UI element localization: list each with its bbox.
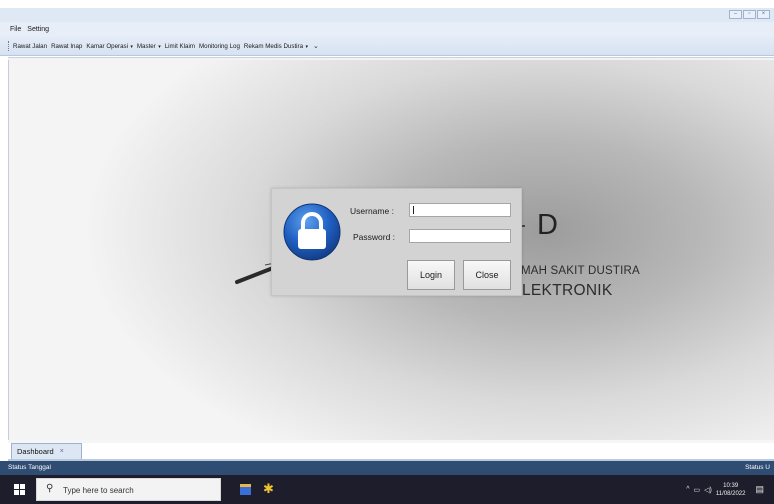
status-bar: Status Tanggal Status U [0,461,774,475]
notification-icon[interactable]: ▤ [755,484,764,495]
system-tray: ^ ▭ ◁) 10:39 11/08/2022 ▤ [686,475,764,504]
toolbar-overflow-icon[interactable]: ⌄ [313,42,319,50]
tab-dashboard[interactable]: Dashboard × [11,443,82,459]
maximize-icon[interactable]: ▫ [743,10,756,19]
toolbar-monitoring-log[interactable]: Monitoring Log [199,43,240,50]
clock[interactable]: 10:39 11/08/2022 [716,482,746,498]
top-strip [0,0,774,8]
title-bar [0,8,774,22]
clock-time: 10:39 [723,482,739,489]
menu-setting[interactable]: Setting [27,26,49,33]
chevron-down-icon: ▾ [304,43,308,50]
toolbar-rekam-medis-dustira[interactable]: Rekam Medis Dustira ▾ [244,43,308,50]
system-name-text: LEKTRONIK [522,282,613,299]
login-dialog: Username : Password : Login Close [271,188,522,296]
close-button[interactable]: Close [463,260,511,290]
username-label: Username : [350,206,394,216]
window-controls: – ▫ × [729,10,770,19]
app-icon[interactable]: ✱ [263,481,274,497]
login-button[interactable]: Login [407,260,455,290]
file-explorer-icon[interactable] [240,484,251,495]
taskbar: ⚲ Type here to search ✱ ^ ▭ ◁) 10:39 11/… [0,475,774,504]
toolbar-kamar-operasi[interactable]: Kamar Operasi ▾ [86,43,133,50]
toolbar-rawat-inap[interactable]: Rawat Inap [51,43,82,50]
status-user-label: Status U [745,464,770,471]
toolbar-limit-klaim[interactable]: Limit Klaim [165,43,195,50]
close-icon[interactable]: × [757,10,770,19]
tab-label: Dashboard [17,447,54,456]
text-cursor [413,206,414,214]
tab-bar: Dashboard × [0,443,774,460]
search-placeholder: Type here to search [63,486,134,495]
clock-date: 11/08/2022 [715,490,746,497]
padlock-icon [283,203,341,261]
toolbar-rawat-jalan[interactable]: Rawat Jalan [13,43,47,50]
hospital-name-text: MAH SAKIT DUSTIRA [521,265,640,277]
menu-bar: File Setting [0,22,774,37]
chevron-down-icon: ▾ [128,43,133,50]
close-icon[interactable]: × [60,448,64,455]
toolbar-grip[interactable] [8,41,10,51]
status-date-label: Status Tanggal [8,464,51,471]
menu-file[interactable]: File [10,26,21,33]
windows-start-icon[interactable] [14,484,25,495]
toolbar: Rawat Jalan Rawat Inap Kamar Operasi ▾ M… [0,37,774,56]
password-input[interactable] [409,229,511,243]
minimize-icon[interactable]: – [729,10,742,19]
tray-arrow-icon[interactable]: ^ [686,486,689,493]
taskbar-search[interactable]: ⚲ Type here to search [36,478,221,501]
logo-letter: D [537,209,558,241]
username-input[interactable] [409,203,511,217]
password-label: Password : [353,232,396,242]
volume-icon[interactable]: ◁) [704,486,712,494]
chevron-down-icon: ▾ [156,43,161,50]
toolbar-master[interactable]: Master ▾ [137,43,161,50]
search-icon: ⚲ [46,483,54,494]
network-icon[interactable]: ▭ [694,486,701,494]
